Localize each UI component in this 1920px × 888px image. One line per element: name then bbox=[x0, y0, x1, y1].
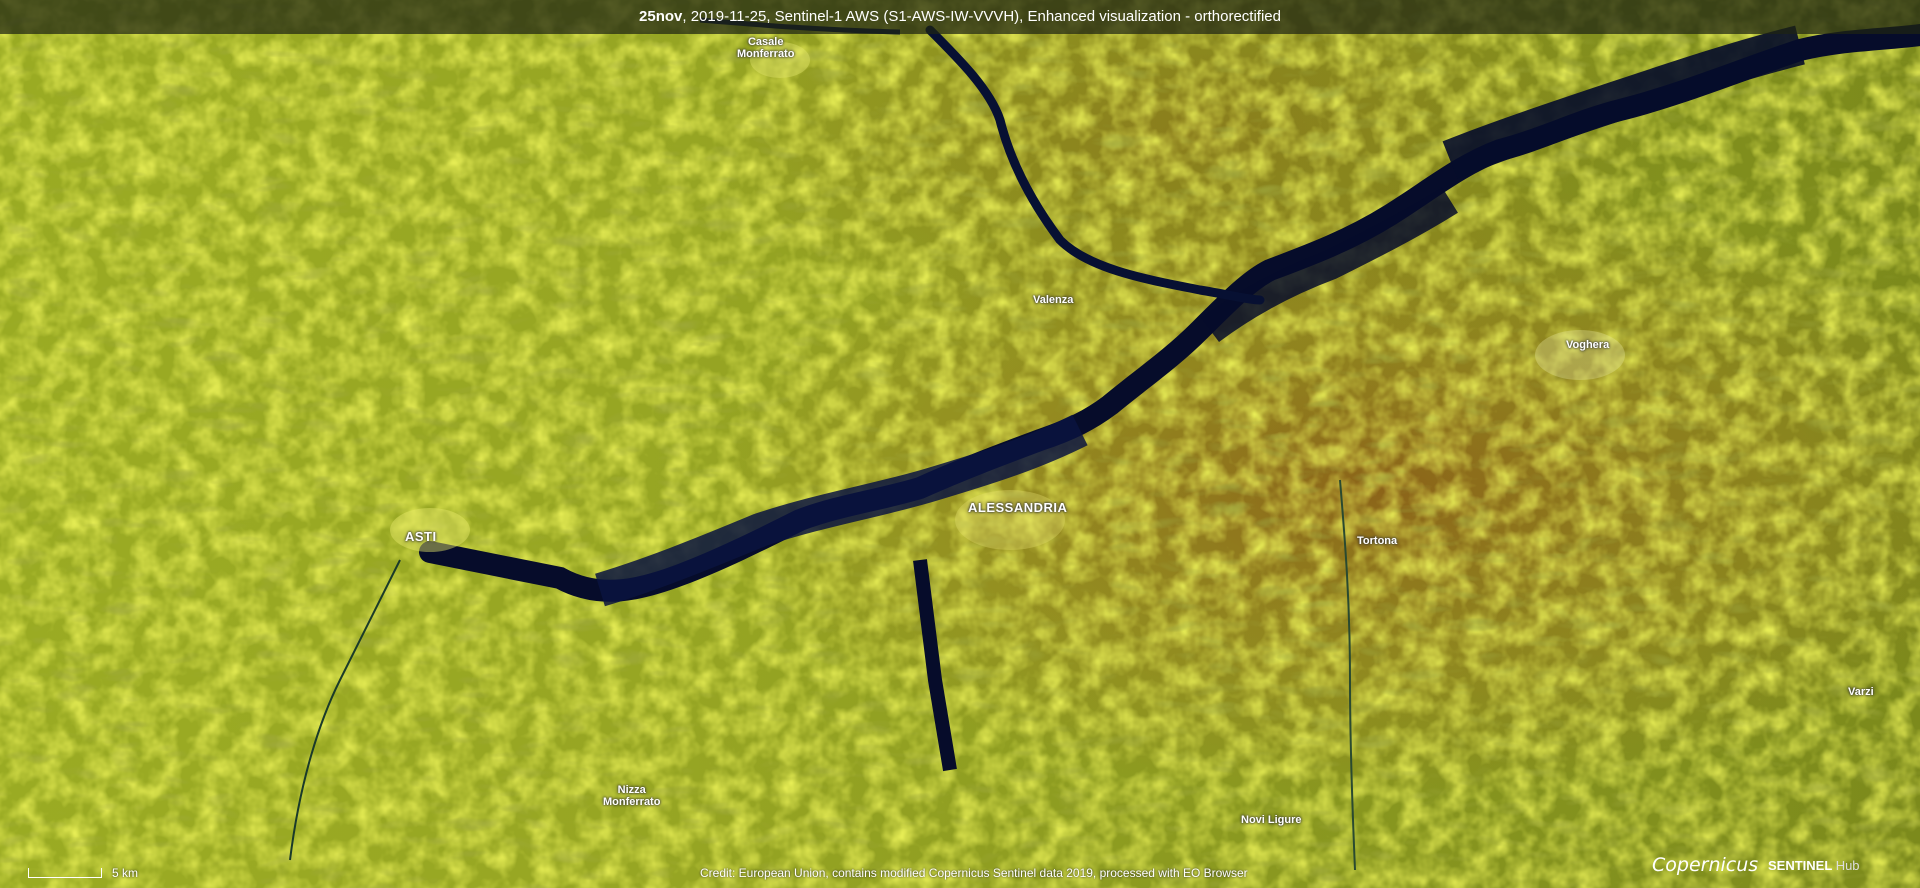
scale-bar-line bbox=[28, 868, 102, 878]
place-casale-line2: Monferrato bbox=[737, 48, 795, 60]
place-label-casale: Casale Monferrato bbox=[737, 36, 794, 60]
hub-logo-text: Hub bbox=[1835, 858, 1860, 873]
image-title-bar: 25nov, 2019-11-25, Sentinel-1 AWS (S1-AW… bbox=[0, 0, 1920, 34]
title-bold: 25nov bbox=[639, 8, 683, 25]
place-nizza-line2: Monferrato bbox=[603, 796, 661, 808]
place-label-valenza: Valenza bbox=[1033, 294, 1074, 306]
place-label-varzi: Varzi bbox=[1848, 686, 1874, 698]
place-nizza-line1: Nizza bbox=[617, 784, 646, 796]
place-label-novi: Novi Ligure bbox=[1241, 814, 1302, 826]
title-rest: , 2019-11-25, Sentinel-1 AWS (S1-AWS-IW-… bbox=[682, 8, 1281, 25]
map-view[interactable]: 25nov, 2019-11-25, Sentinel-1 AWS (S1-AW… bbox=[0, 0, 1920, 888]
place-label-nizza: Nizza Monferrato bbox=[603, 784, 660, 808]
sentinel-logo-text: SENTINEL bbox=[1768, 858, 1833, 873]
place-label-voghera: Voghera bbox=[1566, 339, 1610, 351]
copernicus-logo: Copernicus bbox=[1652, 854, 1759, 876]
credit-text: Credit: European Union, contains modifie… bbox=[700, 866, 1248, 880]
sentinel-hub-logo: SENTINEL Hub bbox=[1768, 858, 1860, 873]
sentinel-image bbox=[0, 0, 1920, 888]
place-label-alessandria: ALESSANDRIA bbox=[968, 500, 1068, 515]
scale-bar-label: 5 km bbox=[112, 866, 139, 880]
place-label-asti: ASTI bbox=[405, 529, 437, 544]
logos: Copernicus SENTINEL Hub bbox=[1652, 852, 1908, 882]
place-label-tortona: Tortona bbox=[1357, 535, 1398, 547]
place-casale-line1: Casale bbox=[747, 36, 784, 48]
